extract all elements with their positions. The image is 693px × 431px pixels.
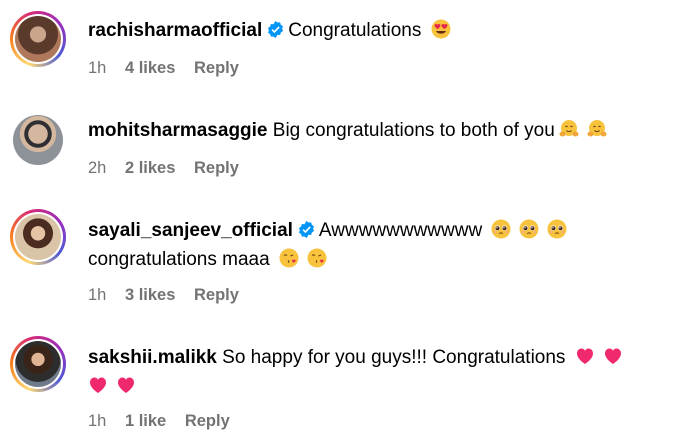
- avatar[interactable]: [10, 112, 66, 168]
- comment-username[interactable]: mohitsharmasaggie: [88, 120, 268, 141]
- avatar: [15, 341, 61, 387]
- comment-username[interactable]: sakshii.malikk: [88, 347, 217, 368]
- comment-likes[interactable]: 1 like: [125, 412, 166, 430]
- pink-heart-emoji: [88, 375, 108, 395]
- reply-button[interactable]: Reply: [194, 159, 239, 177]
- reply-button[interactable]: Reply: [194, 59, 239, 77]
- comment-likes[interactable]: 4 likes: [125, 59, 175, 77]
- pink-heart-emoji: [116, 375, 136, 395]
- avatar-image: [13, 115, 63, 165]
- verified-badge-icon: [267, 21, 284, 38]
- comment-time: 2h: [88, 159, 107, 177]
- comment-text: Congratulations: [288, 20, 422, 41]
- reply-button[interactable]: Reply: [185, 412, 230, 430]
- comment-time: 1h: [88, 412, 107, 430]
- comment-text: Awwwwwwwwwww: [318, 220, 483, 241]
- avatar-story-ring[interactable]: [10, 11, 66, 67]
- face-blowing-kiss-emoji: [279, 248, 299, 268]
- comment-likes[interactable]: 3 likes: [125, 286, 175, 304]
- comment-meta: 1h 3 likes Reply: [88, 286, 253, 305]
- heart-eyes-emoji: [431, 19, 451, 39]
- pleading-face-emoji: [519, 219, 539, 239]
- avatar: [15, 214, 61, 260]
- pleading-face-emoji: [491, 219, 511, 239]
- hugging-face-emoji: [587, 119, 607, 139]
- pink-heart-emoji: [575, 346, 595, 366]
- pink-heart-emoji: [603, 346, 623, 366]
- verified-badge-icon: [298, 221, 315, 238]
- comment-username[interactable]: sayali_sanjeev_official: [88, 220, 293, 241]
- comment-meta: 1h 1 like Reply: [88, 412, 244, 431]
- comment-text-line2: congratulations maaa: [88, 249, 270, 270]
- hugging-face-emoji: [559, 119, 579, 139]
- pleading-face-emoji: [547, 219, 567, 239]
- reply-button[interactable]: Reply: [194, 286, 239, 304]
- comment-time: 1h: [88, 286, 107, 304]
- avatar-story-ring[interactable]: [10, 209, 66, 265]
- comment-time: 1h: [88, 59, 107, 77]
- comment-text: Big congratulations to both of you: [272, 120, 555, 141]
- comment-text: So happy for you guys!!! Congratulations: [222, 347, 566, 368]
- comment-likes[interactable]: 2 likes: [125, 159, 175, 177]
- avatar: [15, 16, 61, 62]
- comment-meta: 2h 2 likes Reply: [88, 159, 253, 178]
- comment-username[interactable]: rachisharmaofficial: [88, 20, 262, 41]
- comments-feed: rachisharmaofficial Congratulations 1h 4 …: [0, 0, 693, 430]
- comment-meta: 1h 4 likes Reply: [88, 59, 253, 78]
- avatar-story-ring[interactable]: [10, 336, 66, 392]
- face-blowing-kiss-emoji: [307, 248, 327, 268]
